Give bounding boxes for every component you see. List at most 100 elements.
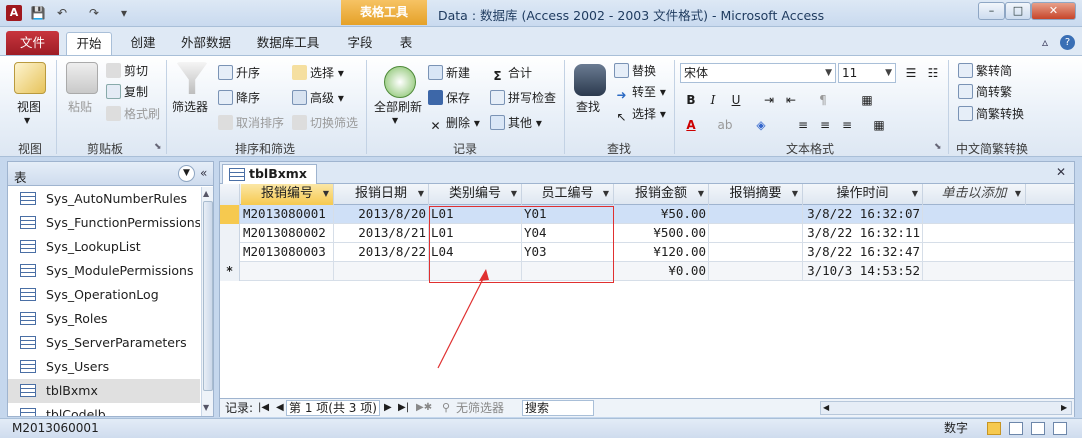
search-input[interactable]: 搜索 [522,400,594,416]
alternate-row-color-icon[interactable]: ▦ [870,116,888,134]
tab-create[interactable]: 创建 [120,32,166,55]
first-record-icon[interactable]: |◀ [258,399,269,417]
view-button[interactable]: 视图 [17,98,41,115]
save-record-button[interactable]: 保存 [428,89,470,106]
nav-item-selected[interactable]: tblBxmx [8,379,200,403]
binoculars-icon[interactable] [574,64,606,96]
align-right-icon[interactable]: ≡ [838,116,856,134]
toggle-filter-button[interactable]: 切换筛选 [292,114,358,131]
tab-home[interactable]: 开始 [66,32,112,55]
view-icon[interactable] [14,62,46,94]
select-button[interactable]: ↖ 选择 ▾ [614,105,665,125]
advanced-filter-button[interactable]: 高级 ▾ [292,89,344,106]
trad-to-simp-button[interactable]: 繁转简 [958,62,1012,79]
sort-descending-button[interactable]: 降序 [218,89,260,106]
redo-icon[interactable]: ↷ [86,5,102,21]
delete-record-button[interactable]: ✕ 删除 ▾ [428,114,479,134]
nav-scrollbar[interactable]: ▲ ▼ [201,187,213,416]
nav-scroll-thumb[interactable] [203,201,213,391]
tab-fields[interactable]: 字段 [338,32,382,55]
view-dropdown-icon[interactable]: ▼ [24,116,30,125]
last-record-icon[interactable]: ▶| [398,399,409,417]
tab-table[interactable]: 表 [390,32,422,55]
selection-filter-button[interactable]: 选择 ▾ [292,64,344,81]
find-button[interactable]: 查找 [576,98,600,115]
no-filter-button[interactable]: 无筛选器 [456,399,504,417]
simp-trad-convert-button[interactable]: 简繁转换 [958,105,1024,122]
font-color-icon[interactable]: A [682,116,700,134]
scroll-up-icon[interactable]: ▲ [203,189,209,198]
totals-button[interactable]: Σ 合计 [490,64,532,84]
file-tab[interactable]: 文件 [6,31,59,55]
datasheet-view-icon[interactable] [987,422,1001,435]
new-record-button[interactable]: 新建 [428,64,470,81]
paragraph-direction-icon[interactable]: ¶ [814,91,832,109]
goto-button[interactable]: ➜ 转至 ▾ [614,83,665,103]
design-view-icon[interactable] [1053,422,1067,435]
help-icon[interactable]: ? [1060,35,1075,50]
scroll-left-icon[interactable]: ◀ [823,402,829,414]
gridlines-icon[interactable]: ▦ [858,91,876,109]
maximize-button[interactable]: □ [1005,2,1031,20]
scroll-down-icon[interactable]: ▼ [203,403,209,412]
italic-button[interactable]: I [704,91,722,109]
pivot-table-view-icon[interactable] [1009,422,1023,435]
bold-button[interactable]: B [682,91,700,109]
copy-button[interactable]: 复制 [106,83,148,100]
nav-collapse-icon[interactable]: « [200,166,207,180]
current-record-field[interactable]: 第 1 项(共 3 项) [286,400,380,416]
remove-sort-button[interactable]: 取消排序 [218,114,284,131]
next-record-icon[interactable]: ▶ [384,399,392,417]
access-app-icon[interactable]: A [6,5,22,21]
no-filter-icon[interactable]: ⚲ [442,399,450,417]
refresh-all-icon[interactable] [384,66,416,98]
font-name-dropdown[interactable]: 宋体 ▼ [680,63,836,83]
pivot-chart-view-icon[interactable] [1031,422,1045,435]
sort-ascending-button[interactable]: 升序 [218,64,260,81]
fill-color-icon[interactable]: ◈ [752,116,770,134]
filter-button[interactable]: 筛选器 [172,98,208,115]
close-button[interactable]: ✕ [1031,2,1076,20]
tab-external-data[interactable]: 外部数据 [172,32,240,55]
paste-button[interactable]: 粘贴 [68,98,92,115]
filter-icon[interactable] [176,62,208,94]
format-painter-button[interactable]: 格式刷 [106,105,160,122]
nav-pane-title[interactable]: 表 [14,167,27,186]
bullets-icon[interactable]: ☰ [902,64,920,82]
previous-record-icon[interactable]: ◀ [276,399,284,417]
nav-item[interactable]: Sys_ServerParameters [8,331,200,355]
nav-item[interactable]: Sys_LookupList [8,235,200,259]
nav-item[interactable]: tblCodelb [8,403,200,416]
nav-item[interactable]: Sys_ModulePermissions [8,259,200,283]
horizontal-scrollbar[interactable]: ◀ ▶ [820,401,1072,415]
highlight-color-icon[interactable]: ab [716,116,734,134]
clipboard-launcher-icon[interactable]: ⬊ [154,142,162,152]
underline-button[interactable]: U [727,91,745,109]
undo-icon[interactable]: ↶ [54,5,70,21]
customize-qat-icon[interactable]: ▾ [118,5,130,21]
nav-item[interactable]: Sys_Roles [8,307,200,331]
align-center-icon[interactable]: ≡ [816,116,834,134]
minimize-ribbon-icon[interactable]: ▵ [1042,35,1048,49]
refresh-dropdown-icon[interactable]: ▼ [392,116,398,125]
more-records-button[interactable]: 其他 ▾ [490,114,542,131]
spelling-button[interactable]: 拼写检查 [490,89,556,106]
align-left-icon[interactable]: ≡ [794,116,812,134]
text-format-launcher-icon[interactable]: ⬊ [934,142,942,152]
nav-item[interactable]: Sys_FunctionPermissions [8,211,200,235]
refresh-all-button[interactable]: 全部刷新 [374,98,422,115]
numbering-icon[interactable]: ☷ [924,64,942,82]
font-size-dropdown[interactable]: 11 ▼ [838,63,896,83]
increase-indent-icon[interactable]: ⇥ [760,91,778,109]
decrease-indent-icon[interactable]: ⇤ [782,91,800,109]
simp-to-trad-button[interactable]: 简转繁 [958,83,1012,100]
tab-database-tools[interactable]: 数据库工具 [248,32,328,55]
save-icon[interactable]: 💾 [30,5,46,21]
minimize-button[interactable]: – [978,2,1005,20]
replace-button[interactable]: 替换 [614,62,656,79]
nav-item[interactable]: Sys_AutoNumberRules [8,187,200,211]
new-record-nav-icon[interactable]: ▶✱ [416,399,432,417]
cut-button[interactable]: 剪切 [106,62,148,79]
nav-item[interactable]: Sys_OperationLog [8,283,200,307]
nav-item[interactable]: Sys_Users [8,355,200,379]
